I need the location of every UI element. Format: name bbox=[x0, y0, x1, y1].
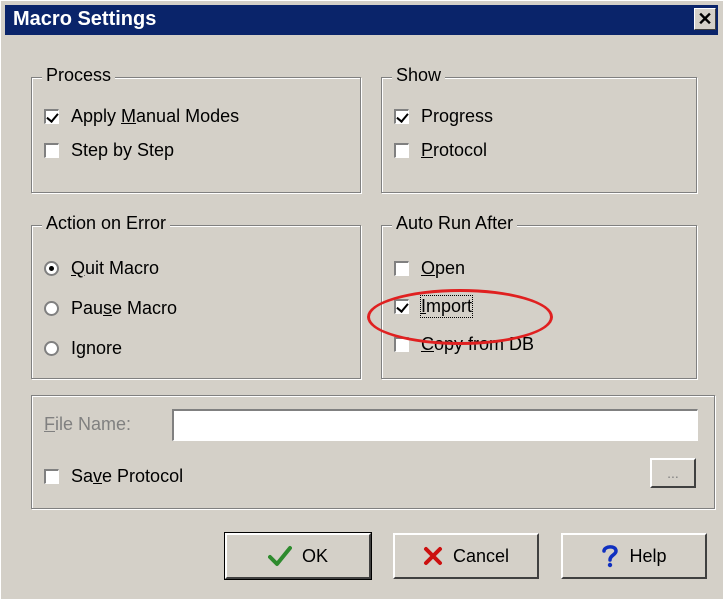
import-highlight-oval bbox=[367, 289, 553, 345]
close-icon: ✕ bbox=[697, 9, 713, 29]
title-bar[interactable]: Macro Settings ✕ bbox=[5, 5, 718, 35]
show-group: Show Progress Protocol bbox=[381, 65, 697, 193]
cancel-label: Cancel bbox=[452, 545, 510, 566]
help-button[interactable]: Help bbox=[561, 533, 707, 579]
apply-manual-modes-checkbox[interactable]: Apply Manual Modes bbox=[44, 106, 239, 127]
protocol-checkbox[interactable]: Protocol bbox=[394, 140, 487, 161]
auto-run-after-legend: Auto Run After bbox=[392, 213, 518, 234]
check-icon bbox=[267, 546, 292, 566]
radio-circle[interactable] bbox=[44, 261, 59, 276]
checkbox-box[interactable] bbox=[44, 109, 59, 124]
window-title: Macro Settings bbox=[13, 8, 157, 30]
cancel-button[interactable]: Cancel bbox=[393, 533, 539, 579]
save-protocol-checkbox[interactable]: Save Protocol bbox=[44, 466, 183, 487]
file-name-input[interactable] bbox=[172, 409, 698, 441]
process-legend: Process bbox=[42, 65, 116, 86]
file-group: File Name: Save Protocol ... bbox=[31, 395, 715, 509]
pause-macro-label: Pause Macro bbox=[71, 298, 178, 318]
quit-macro-radio[interactable]: Quit Macro bbox=[44, 258, 159, 279]
help-label: Help bbox=[629, 545, 667, 566]
open-checkbox[interactable]: Open bbox=[394, 258, 465, 279]
checkbox-box[interactable] bbox=[394, 261, 409, 276]
protocol-label: Protocol bbox=[421, 140, 488, 160]
action-on-error-legend: Action on Error bbox=[42, 213, 171, 234]
browse-button[interactable]: ... bbox=[650, 458, 696, 488]
radio-circle[interactable] bbox=[44, 341, 59, 356]
open-label: Open bbox=[421, 258, 466, 278]
process-group: Process Apply Manual Modes Step by Step bbox=[31, 65, 361, 193]
radio-circle[interactable] bbox=[44, 301, 59, 316]
progress-checkbox[interactable]: Progress bbox=[394, 106, 493, 127]
pause-macro-radio[interactable]: Pause Macro bbox=[44, 298, 177, 319]
step-by-step-checkbox[interactable]: Step by Step bbox=[44, 140, 174, 161]
ok-label: OK bbox=[301, 545, 328, 566]
apply-manual-modes-label: Apply Manual Modes bbox=[71, 106, 240, 126]
checkbox-box[interactable] bbox=[394, 143, 409, 158]
macro-settings-dialog: Macro Settings ✕ Process Apply Manual Mo… bbox=[0, 0, 723, 599]
file-name-label: File Name: bbox=[44, 414, 132, 434]
checkbox-box[interactable] bbox=[44, 469, 59, 484]
checkbox-box[interactable] bbox=[44, 143, 59, 158]
ignore-label: Ignore bbox=[71, 338, 123, 358]
close-button[interactable]: ✕ bbox=[694, 8, 716, 30]
x-icon bbox=[423, 547, 442, 565]
ok-button[interactable]: OK bbox=[224, 532, 372, 580]
action-on-error-group: Action on Error Quit Macro Pause Macro I… bbox=[31, 213, 361, 379]
checkbox-box[interactable] bbox=[394, 109, 409, 124]
ignore-radio[interactable]: Ignore bbox=[44, 338, 122, 359]
progress-label: Progress bbox=[421, 106, 494, 126]
step-by-step-label: Step by Step bbox=[71, 140, 175, 160]
quit-macro-label: Quit Macro bbox=[71, 258, 160, 278]
question-icon bbox=[602, 545, 619, 568]
show-legend: Show bbox=[392, 65, 446, 86]
save-protocol-label: Save Protocol bbox=[71, 466, 184, 486]
